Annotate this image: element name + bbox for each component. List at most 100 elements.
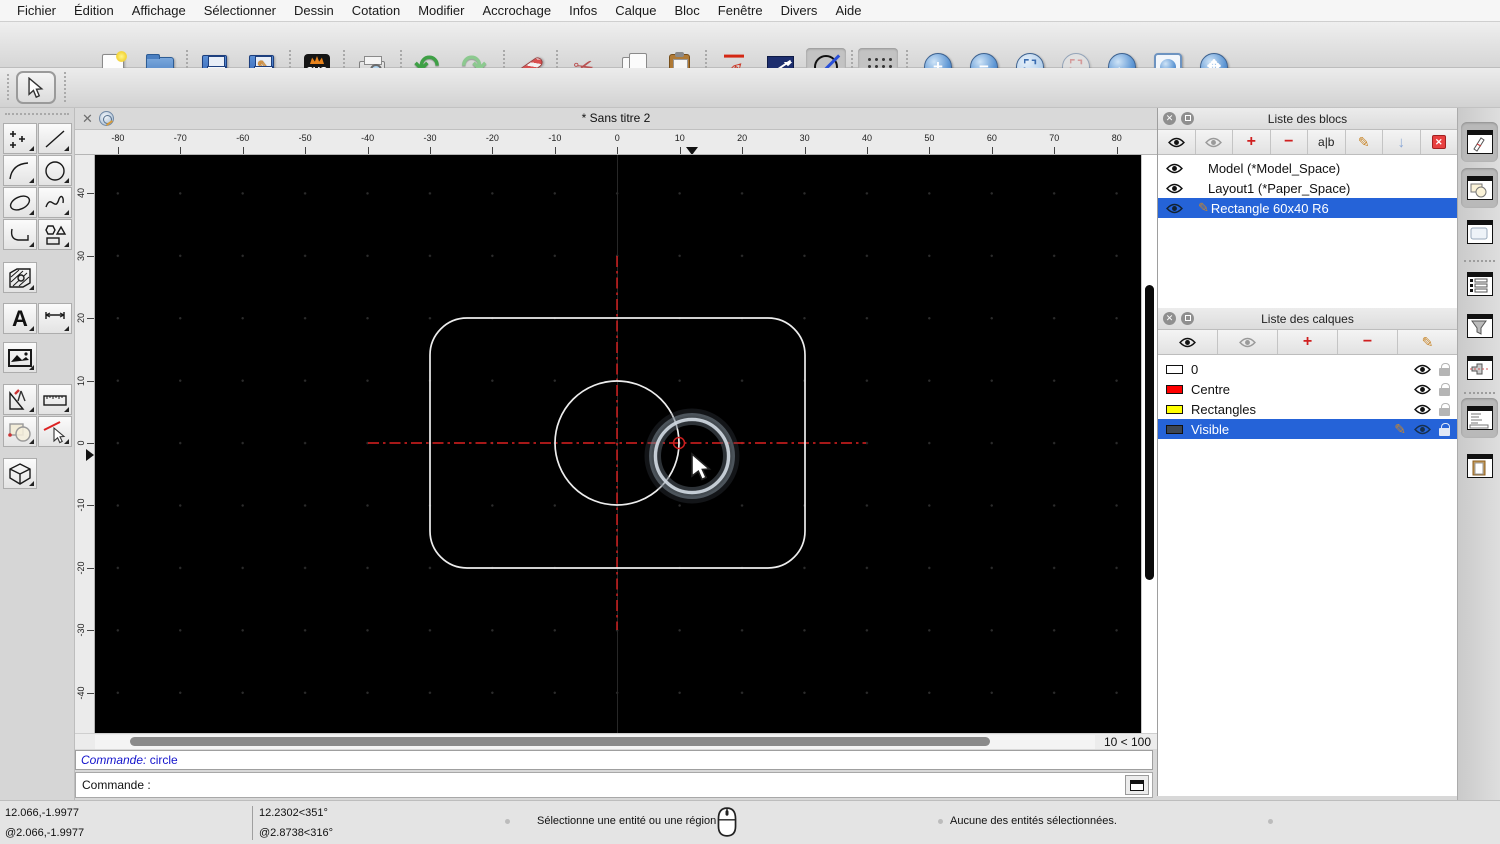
- layers-add-button[interactable]: +: [1278, 330, 1338, 354]
- points-tool-button[interactable]: [3, 123, 37, 154]
- lock-icon[interactable]: [1439, 363, 1450, 376]
- modify-tool-button[interactable]: [3, 384, 37, 415]
- eye-icon[interactable]: [1414, 364, 1431, 375]
- drawing-canvas[interactable]: [95, 155, 1141, 733]
- menu-aide[interactable]: Aide: [826, 0, 870, 22]
- arc-tool-button[interactable]: [3, 155, 37, 186]
- measure-tool-button[interactable]: [38, 384, 72, 415]
- blocks-rename-button[interactable]: a|b: [1308, 130, 1346, 154]
- dimension-tool-button[interactable]: [38, 303, 72, 334]
- hruler-tick-label: 80: [1112, 133, 1122, 143]
- dock-command-panel-button[interactable]: [1461, 398, 1498, 438]
- menu-modifier[interactable]: Modifier: [409, 0, 473, 22]
- shapes-tool-button[interactable]: [38, 219, 72, 250]
- lock-icon[interactable]: [1439, 423, 1450, 436]
- dock-clipboard-panel-button[interactable]: [1461, 446, 1498, 486]
- hint-message: Sélectionne une entité ou une région: [537, 815, 716, 827]
- layer-row-0[interactable]: 0: [1158, 359, 1458, 379]
- vruler-tick-label: -20: [76, 561, 86, 574]
- block-row-layout1[interactable]: Layout1 (*Paper_Space): [1158, 178, 1458, 198]
- blocks-edit-button[interactable]: ✎: [1346, 130, 1384, 154]
- eye-icon[interactable]: [1166, 183, 1183, 194]
- horizontal-scrollbar-thumb[interactable]: [130, 737, 990, 746]
- menu-cotation[interactable]: Cotation: [343, 0, 409, 22]
- select-tool-button[interactable]: [16, 71, 56, 104]
- blocks-show-all-button[interactable]: [1158, 130, 1196, 154]
- hruler-tick-label: -10: [548, 133, 561, 143]
- circle-tool-button[interactable]: [38, 155, 72, 186]
- mouse-cursor: [692, 454, 709, 479]
- layers-show-all-button[interactable]: [1158, 330, 1218, 354]
- block-row-model[interactable]: Model (*Model_Space): [1158, 158, 1458, 178]
- menu-calque[interactable]: Calque: [606, 0, 665, 22]
- command-input[interactable]: [159, 773, 1125, 797]
- blocks-delete-button[interactable]: ✕: [1421, 130, 1458, 154]
- dock-properties-panel-button[interactable]: [1461, 212, 1498, 252]
- menu-selectionner[interactable]: Sélectionner: [195, 0, 285, 22]
- eye-icon[interactable]: [1166, 163, 1183, 174]
- blocks-add-button[interactable]: +: [1233, 130, 1271, 154]
- filter-funnel-icon: [1467, 314, 1493, 338]
- console-window-icon: [1130, 780, 1144, 791]
- hruler-tick-label: -50: [299, 133, 312, 143]
- dock-blocks-panel-button[interactable]: [1461, 168, 1498, 208]
- tab-close-icon[interactable]: ✕: [82, 111, 93, 127]
- layer-row-visible[interactable]: Visible ✎: [1158, 419, 1458, 439]
- menu-fichier[interactable]: Fichier: [8, 0, 65, 22]
- menu-accrochage[interactable]: Accrochage: [473, 0, 560, 22]
- vertical-scrollbar[interactable]: [1141, 155, 1157, 733]
- eye-icon[interactable]: [1414, 384, 1431, 395]
- layer-row-rectangles[interactable]: Rectangles: [1158, 399, 1458, 419]
- menu-divers[interactable]: Divers: [772, 0, 827, 22]
- dock-pen-panel-button[interactable]: [1461, 122, 1498, 162]
- menu-dessin[interactable]: Dessin: [285, 0, 343, 22]
- blocks-remove-button[interactable]: −: [1271, 130, 1309, 154]
- horizontal-scrollbar[interactable]: 10 < 100: [75, 733, 1157, 749]
- hruler-tick-label: 30: [800, 133, 810, 143]
- blocks-toolbar: + − a|b ✎ ↓ ✕: [1158, 130, 1457, 155]
- ellipse-tool-button[interactable]: [3, 187, 37, 218]
- block-row-rectangle-60x40-r6[interactable]: ✎ Rectangle 60x40 R6: [1158, 198, 1458, 218]
- deselect-arrow-icon: [42, 420, 68, 444]
- menu-infos[interactable]: Infos: [560, 0, 606, 22]
- deselect-tool-button[interactable]: [38, 416, 72, 447]
- dock-filter-panel-button[interactable]: [1461, 306, 1498, 346]
- lock-icon[interactable]: [1439, 403, 1450, 416]
- eye-icon[interactable]: [1414, 404, 1431, 415]
- vertical-scrollbar-thumb[interactable]: [1145, 285, 1154, 580]
- image-tool-button[interactable]: [3, 342, 37, 373]
- polyline-tool-button[interactable]: [3, 219, 37, 250]
- layers-remove-button[interactable]: −: [1338, 330, 1398, 354]
- menu-fenetre[interactable]: Fenêtre: [709, 0, 772, 22]
- dock-pen-widget-button[interactable]: [1461, 348, 1498, 388]
- hatch-tool-button[interactable]: [3, 262, 37, 293]
- 3d-box-tool-button[interactable]: [3, 458, 37, 489]
- command-last: circle: [150, 753, 178, 767]
- layers-panel-float-icon[interactable]: [1181, 312, 1194, 325]
- status-bar: 12.066,-1.9977 @2.066,-1.9977 12.2302<35…: [0, 800, 1500, 844]
- menu-affichage[interactable]: Affichage: [123, 0, 195, 22]
- blocks-panel-float-icon[interactable]: [1181, 112, 1194, 125]
- dock-library-panel-button[interactable]: [1461, 264, 1498, 304]
- order-tool-button[interactable]: [3, 416, 37, 447]
- selection-info: Aucune des entités sélectionnées.: [950, 815, 1117, 827]
- layer-row-centre[interactable]: Centre: [1158, 379, 1458, 399]
- eye-icon[interactable]: [1414, 424, 1431, 435]
- menu-bloc[interactable]: Bloc: [665, 0, 708, 22]
- layers-panel-close-icon[interactable]: ✕: [1163, 312, 1176, 325]
- layer-label: 0: [1191, 362, 1198, 377]
- text-tool-button[interactable]: A: [3, 303, 37, 334]
- eye-icon[interactable]: [1166, 203, 1183, 214]
- layers-edit-button[interactable]: ✎: [1398, 330, 1457, 354]
- blocks-panel-close-icon[interactable]: ✕: [1163, 112, 1176, 125]
- absolute-coordinates: 12.066,-1.9977: [5, 807, 79, 819]
- layers-hide-all-button[interactable]: [1218, 330, 1278, 354]
- blocks-hide-all-button[interactable]: [1196, 130, 1234, 154]
- line-tool-button[interactable]: [38, 123, 72, 154]
- console-toggle-button[interactable]: [1125, 775, 1149, 795]
- spline-tool-button[interactable]: [38, 187, 72, 218]
- dimension-icon: [43, 307, 67, 331]
- lock-icon[interactable]: [1439, 383, 1450, 396]
- menu-edition[interactable]: Édition: [65, 0, 123, 22]
- blocks-insert-button[interactable]: ↓: [1383, 130, 1421, 154]
